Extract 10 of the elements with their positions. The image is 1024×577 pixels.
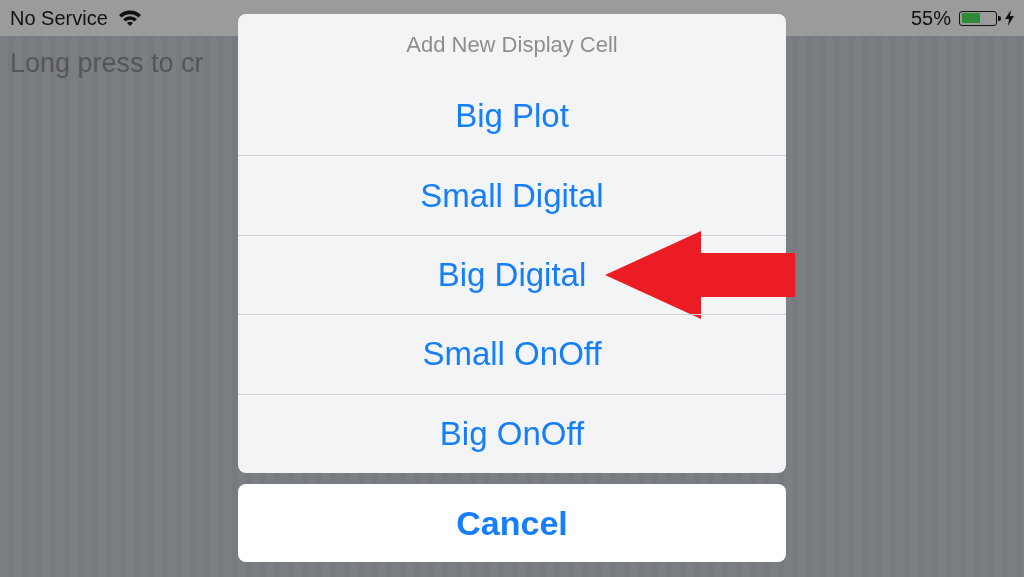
sheet-option[interactable]: Small OnOff	[422, 335, 602, 374]
sheet-option[interactable]: Big OnOff	[439, 414, 585, 453]
sheet-option[interactable]: Big Plot	[455, 96, 569, 135]
battery-percentage: 55%	[910, 6, 951, 30]
cancel-button[interactable]: Cancel	[238, 484, 786, 562]
sheet-option[interactable]: Small Digital	[420, 176, 604, 215]
sheet-title: Add New Display Cell	[405, 31, 619, 59]
sheet-option[interactable]: Big Digital	[437, 255, 587, 294]
wifi-icon	[117, 9, 142, 27]
carrier-label: No Service	[10, 6, 108, 30]
